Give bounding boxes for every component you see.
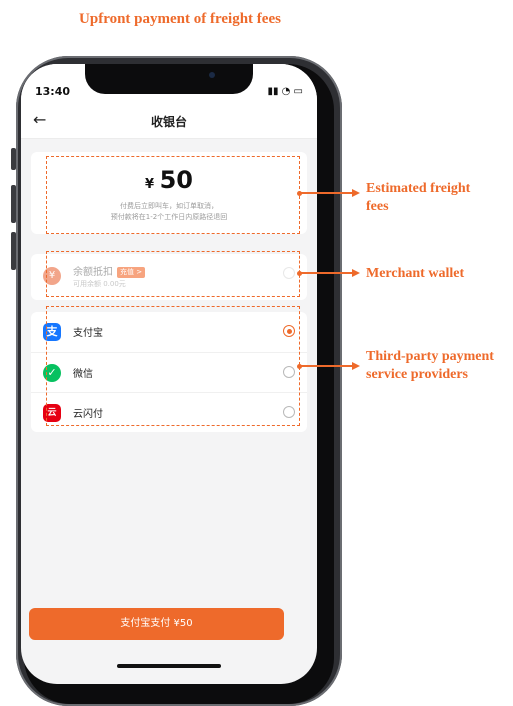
status-icons: ▮▮ ◔ ▭	[267, 86, 303, 97]
estimated-fee-highlight	[46, 156, 300, 234]
status-time: 13:40	[35, 85, 71, 98]
annotation-merchant-wallet: Merchant wallet	[366, 266, 465, 281]
leader-line	[300, 365, 354, 367]
camera-icon	[209, 72, 215, 78]
leader-arrow-icon	[352, 362, 360, 370]
leader-arrow-icon	[352, 269, 360, 277]
third-party-highlight	[46, 306, 300, 426]
phone-side-button	[11, 148, 16, 170]
pay-button[interactable]: 支付宝支付 ¥50	[29, 608, 284, 640]
phone-side-button	[11, 185, 16, 223]
phone-side-button	[11, 232, 16, 270]
annotation-estimated-fees: Estimated freight fees	[366, 181, 471, 214]
leader-line	[300, 192, 354, 194]
notch	[85, 64, 253, 94]
home-indicator	[117, 664, 221, 668]
leader-arrow-icon	[352, 189, 360, 197]
nav-bar: ← 收银台	[21, 104, 317, 139]
status-bar: 13:40 ▮▮ ◔ ▭	[21, 64, 317, 104]
annotation-third-party: Third-party payment service providers	[366, 349, 494, 382]
top-caption: Upfront payment of freight fees	[79, 11, 281, 27]
page-title: 收银台	[150, 115, 187, 129]
leader-line	[300, 272, 354, 274]
wallet-highlight	[46, 251, 300, 297]
